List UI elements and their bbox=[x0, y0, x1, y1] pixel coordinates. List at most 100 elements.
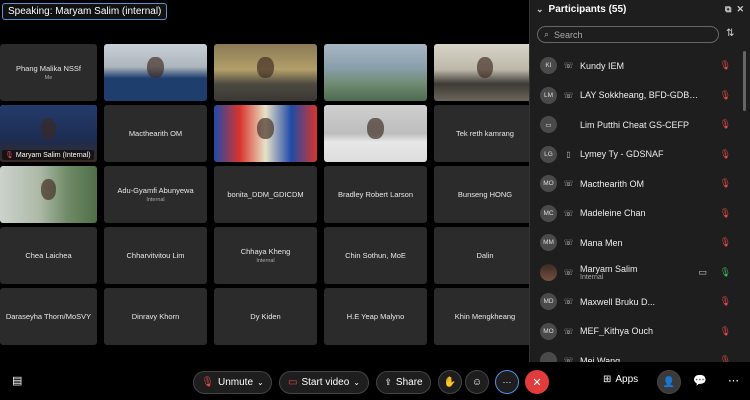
video-tile[interactable] bbox=[214, 44, 317, 101]
tile-name: Chea Laichea bbox=[25, 251, 72, 260]
name-tile[interactable]: Bunseng HONG bbox=[434, 166, 536, 223]
name-tile[interactable]: bonita_DDM_GDICDM bbox=[214, 166, 317, 223]
sort-icon[interactable]: ⇅ bbox=[726, 28, 734, 39]
mic-off-icon: 🎙 bbox=[719, 207, 731, 218]
start-video-button[interactable]: ▭ Start video ⌄ bbox=[279, 371, 369, 394]
participant-row[interactable]: LG ▯ Lymey Ty - GDSNAF 🎙 bbox=[530, 140, 750, 170]
chat-bubble-icon[interactable]: 💬 bbox=[693, 374, 707, 387]
avatar: MM bbox=[540, 234, 557, 252]
chevron-down-icon[interactable]: ⌄ bbox=[353, 378, 360, 387]
tile-name: Khin Mengkheang bbox=[454, 312, 516, 321]
participants-button[interactable]: 👤 bbox=[657, 370, 681, 394]
avatar bbox=[540, 263, 557, 281]
name-tile[interactable]: Dalin bbox=[434, 227, 536, 284]
reactions-button[interactable]: ☺ bbox=[465, 370, 489, 394]
close-icon[interactable]: ✕ bbox=[736, 4, 744, 15]
start-video-label: Start video bbox=[301, 377, 350, 388]
video-feed bbox=[0, 166, 97, 223]
person-silhouette bbox=[367, 117, 384, 140]
participant-row[interactable]: ☏ Mei Wang 🎙 bbox=[530, 346, 750, 362]
video-feed bbox=[214, 44, 317, 101]
search-icon: ⌕ bbox=[544, 29, 550, 39]
chevron-down-icon[interactable]: ⌄ bbox=[257, 378, 264, 387]
name-tile[interactable]: Phang Malika NSSf Me bbox=[0, 44, 97, 101]
chat-icon[interactable]: ▤ bbox=[12, 374, 22, 387]
tile-name: bonita_DDM_GDICDM bbox=[227, 190, 304, 199]
name-tile[interactable]: Khin Mengkheang bbox=[434, 288, 536, 345]
participant-row[interactable]: MO ☏ MEF_Kithya Ouch 🎙 bbox=[530, 317, 750, 347]
video-tile[interactable] bbox=[434, 44, 536, 101]
mic-off-icon: 🎙 bbox=[719, 355, 731, 362]
name-tile[interactable]: Daraseyha Thorn/MoSVY bbox=[0, 288, 97, 345]
phone-call-icon: ☏ bbox=[563, 208, 574, 218]
video-tile[interactable] bbox=[214, 105, 317, 162]
mic-off-icon: 🎙 bbox=[719, 119, 731, 129]
chevron-down-icon[interactable]: ⌄ bbox=[536, 4, 544, 15]
name-tile[interactable]: Dy Kiden bbox=[214, 288, 317, 345]
unmute-button[interactable]: 🎙 Unmute ⌄ bbox=[193, 371, 272, 394]
video-feed bbox=[324, 44, 427, 101]
name-tile[interactable]: Tek reth kamrang bbox=[434, 105, 536, 162]
more-label: ··· bbox=[502, 377, 512, 387]
tile-name: Dy Kiden bbox=[250, 312, 281, 321]
avatar: KI bbox=[540, 57, 557, 75]
scrollbar[interactable] bbox=[743, 51, 746, 111]
hand-icon: ✋ bbox=[443, 376, 457, 388]
video-tile[interactable] bbox=[324, 105, 427, 162]
hand-raise-button[interactable]: ✋ bbox=[438, 370, 462, 394]
avatar: MC bbox=[540, 204, 557, 222]
participant-name: Maryam Salim bbox=[580, 263, 638, 274]
leave-button[interactable]: ✕ bbox=[525, 370, 549, 394]
name-tile[interactable]: Chin Sothun, MoE bbox=[324, 227, 427, 284]
bottom-toolbar: ▤ 🎙 Unmute ⌄ ▭ Start video ⌄ ⇪ Share ✋ ☺… bbox=[0, 362, 750, 400]
name-tile[interactable]: Macthearith OM bbox=[104, 105, 207, 162]
avatar: MD bbox=[540, 293, 557, 311]
phone-call-icon: ☏ bbox=[563, 61, 574, 71]
name-tile[interactable]: Chea Laichea bbox=[0, 227, 97, 284]
tile-name: Chhaya Kheng bbox=[240, 247, 291, 256]
more-options-icon[interactable]: ⋯ bbox=[728, 374, 739, 387]
video-feed bbox=[104, 44, 207, 101]
phone-call-icon: ☏ bbox=[563, 267, 574, 277]
name-tile[interactable]: Adu-Gyamfi Abunyewa Internal bbox=[104, 166, 207, 223]
tile-name-overlay: 🎙 Maryam Salim (Internal) bbox=[2, 150, 94, 160]
video-tile[interactable] bbox=[104, 44, 207, 101]
participant-text: MEF_Kithya Ouch bbox=[580, 326, 653, 336]
participant-row[interactable]: MO ☏ Macthearith OM 🎙 bbox=[530, 169, 750, 199]
participant-name: Maxwell Bruku D... bbox=[580, 296, 656, 307]
apps-button[interactable]: ⊞ Apps bbox=[603, 374, 638, 385]
name-tile[interactable]: H.E Yeap Malyno bbox=[324, 288, 427, 345]
avatar bbox=[540, 352, 557, 362]
participant-name: Madeleine Chan bbox=[580, 208, 646, 219]
name-tile[interactable]: Chharvitvitou Lim bbox=[104, 227, 207, 284]
popout-icon[interactable]: ⧉ bbox=[725, 4, 731, 15]
participant-text: Maryam Salim Internal bbox=[580, 264, 638, 281]
tile-name: Maryam Salim (Internal) bbox=[15, 151, 91, 159]
tile-name: Bunseng HONG bbox=[457, 190, 513, 199]
participant-row[interactable]: MC ☏ Madeleine Chan 🎙 bbox=[530, 199, 750, 229]
participant-row[interactable]: ▭ Lim Putthi Cheat GS-CEFP 🎙 bbox=[530, 110, 750, 140]
search-input[interactable]: ⌕ Search bbox=[537, 26, 719, 43]
video-tile[interactable] bbox=[0, 166, 97, 223]
mic-off-icon: 🎙 bbox=[719, 325, 731, 336]
person-silhouette bbox=[147, 56, 164, 79]
person-silhouette bbox=[40, 117, 57, 140]
participant-row[interactable]: MD ☏ Maxwell Bruku D... 🎙 bbox=[530, 287, 750, 317]
participant-row[interactable]: KI ☏ Kundy IEM 🎙 bbox=[530, 51, 750, 81]
participant-text: Mana Men bbox=[580, 238, 623, 248]
tile-name: Macthearith OM bbox=[128, 129, 183, 138]
participant-name: Lim Putthi Cheat GS-CEFP bbox=[580, 119, 690, 130]
share-button[interactable]: ⇪ Share bbox=[376, 371, 431, 394]
name-tile[interactable]: Dinravy Khorn bbox=[104, 288, 207, 345]
participant-row[interactable]: LM ☏ LAY Sokkheang, BFD-GDB, ... 🎙 bbox=[530, 81, 750, 111]
phone-call-icon: ☏ bbox=[563, 179, 574, 189]
name-tile[interactable]: Bradley Robert Larson bbox=[324, 166, 427, 223]
more-button[interactable]: ··· bbox=[495, 370, 519, 394]
name-tile[interactable]: Chhaya Kheng Internal bbox=[214, 227, 317, 284]
avatar: LM bbox=[540, 86, 557, 104]
video-tile[interactable]: 🎙 Maryam Salim (Internal) bbox=[0, 105, 97, 162]
video-tile[interactable] bbox=[324, 44, 427, 101]
participant-row[interactable]: ☏ Maryam Salim Internal ▭ 🎙 bbox=[530, 258, 750, 288]
participant-row[interactable]: MM ☏ Mana Men 🎙 bbox=[530, 228, 750, 258]
smiley-icon: ☺ bbox=[471, 376, 483, 388]
